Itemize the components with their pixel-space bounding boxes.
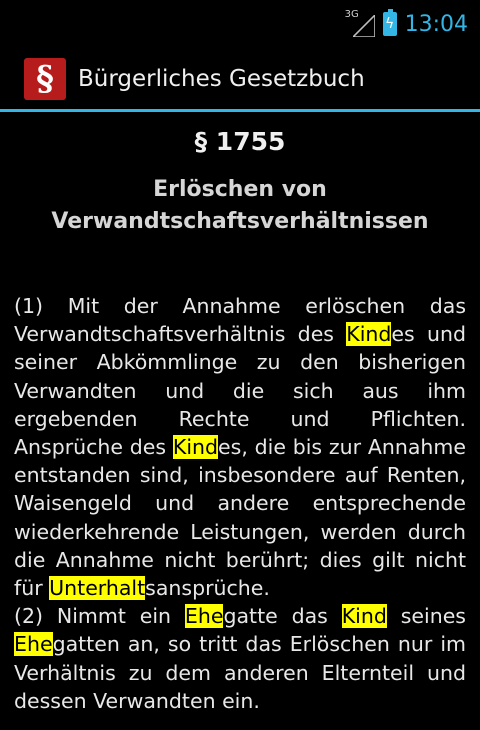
- paragraph-text: gatten an, so tritt das Erlöschen nur im…: [14, 632, 466, 713]
- signal-icon: 3G: [345, 9, 375, 37]
- battery-icon: ϟ: [382, 9, 397, 36]
- search-highlight: Kind: [172, 435, 219, 460]
- paragraph: (2) Nimmt ein Ehegatte das Kind seines E…: [14, 602, 466, 715]
- signal-strength-icon: [352, 15, 375, 37]
- paragraph: (1) Mit der Annahme erlöschen das Verwan…: [14, 292, 466, 602]
- search-highlight: Unterhalt: [49, 576, 146, 601]
- app-logo-icon[interactable]: §: [24, 57, 66, 100]
- app-title: Bürgerliches Gesetzbuch: [78, 65, 365, 92]
- status-bar: 3G ϟ 13:04: [0, 0, 480, 48]
- action-bar: § Bürgerliches Gesetzbuch: [0, 48, 480, 112]
- search-highlight: Ehe: [14, 632, 53, 657]
- search-highlight: Kind: [341, 604, 387, 629]
- law-content[interactable]: § 1755 Erlöschen von Verwandtschaftsverh…: [0, 124, 480, 715]
- status-time: 13:04: [404, 11, 468, 37]
- paragraph-text: seines: [386, 604, 466, 629]
- section-text: (1) Mit der Annahme erlöschen das Verwan…: [14, 292, 466, 715]
- section-title: Erlöschen von Verwandtschaftsverhältniss…: [14, 174, 466, 238]
- paragraph-text: gatte das: [223, 604, 342, 629]
- search-highlight: Ehe: [184, 604, 224, 629]
- section-number: § 1755: [194, 127, 286, 156]
- paragraph-text: (2) Nimmt ein: [14, 604, 185, 629]
- paragraph-text: sansprüche.: [145, 576, 270, 601]
- search-highlight: Kind: [346, 322, 392, 347]
- section-title-text: Erlöschen von Verwandtschaftsverhältniss…: [51, 177, 429, 234]
